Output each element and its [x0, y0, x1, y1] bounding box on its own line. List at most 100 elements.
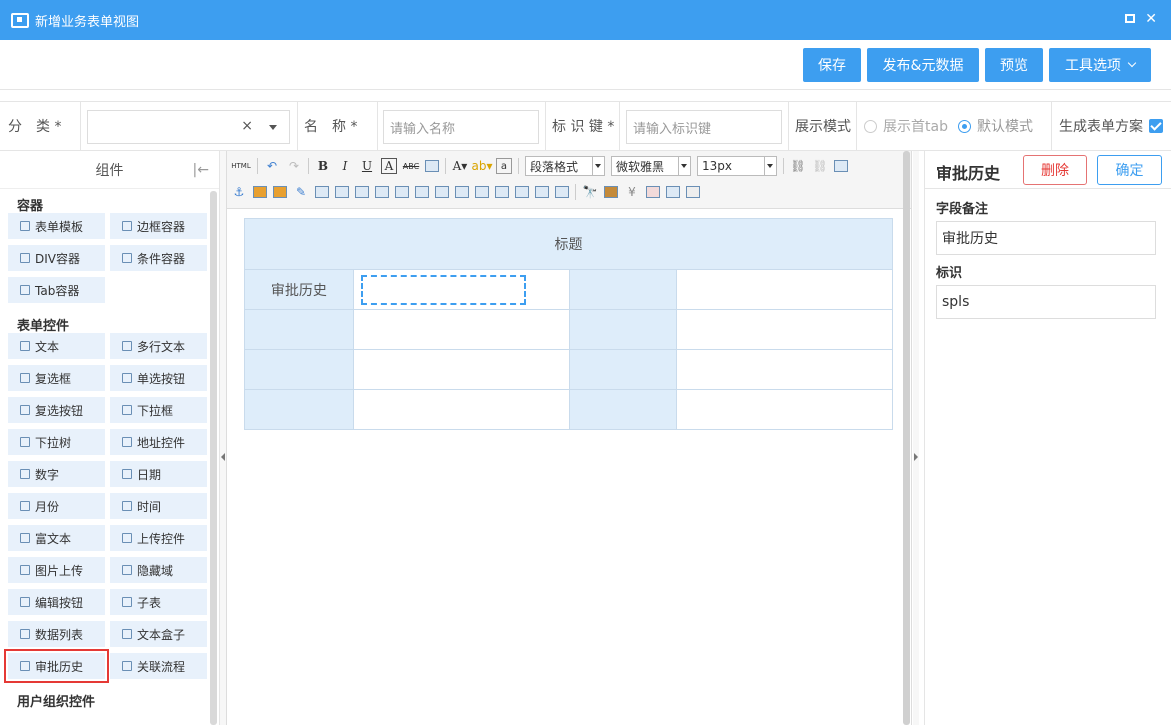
blank-page-icon[interactable] [686, 186, 700, 198]
delete-row-icon[interactable] [395, 186, 409, 198]
component-item[interactable]: 条件容器 [110, 245, 207, 271]
publish-metadata-button[interactable]: 发布&元数据 [867, 48, 979, 82]
component-item[interactable]: 数据列表 [8, 621, 105, 647]
image-icon[interactable] [253, 186, 267, 198]
component-item[interactable]: 上传控件 [110, 525, 207, 551]
component-item[interactable]: 关联流程 [110, 653, 207, 679]
insert-column-icon[interactable] [415, 186, 429, 198]
component-item[interactable]: 多行文本 [110, 333, 207, 359]
highlight-icon[interactable]: ab▾ [472, 158, 493, 174]
anchor-icon[interactable]: ⚓ [231, 184, 247, 200]
name-input[interactable]: 请输入名称 [383, 110, 539, 144]
search-replace-icon[interactable] [666, 186, 680, 198]
right-splitter[interactable] [913, 151, 919, 725]
identifier-input[interactable]: spls [936, 285, 1156, 319]
save-button[interactable]: 保存 [803, 48, 861, 82]
paragraph-format-select[interactable]: 段落格式 [525, 156, 605, 176]
preview-monitor-icon[interactable] [834, 160, 848, 172]
component-item[interactable]: 表单模板 [8, 213, 105, 239]
component-item[interactable]: 月份 [8, 493, 105, 519]
value-cell[interactable] [352, 309, 570, 350]
field-cell[interactable] [352, 269, 570, 310]
delete-button[interactable]: 删除 [1023, 155, 1087, 185]
component-item[interactable]: 隐藏域 [110, 557, 207, 583]
approval-history-field[interactable] [360, 274, 526, 305]
label-cell[interactable] [568, 269, 678, 310]
scrollbar[interactable] [210, 191, 217, 725]
component-item[interactable]: 数字 [8, 461, 105, 487]
component-item[interactable]: 日期 [110, 461, 207, 487]
redo-icon[interactable]: ↷ [286, 158, 302, 174]
currency-icon[interactable]: ¥ [624, 184, 640, 200]
component-item[interactable]: 富文本 [8, 525, 105, 551]
strikethrough-icon[interactable]: ABC [403, 158, 419, 174]
component-item[interactable]: 单选按钮 [110, 365, 207, 391]
value-cell[interactable] [352, 389, 570, 430]
key-input[interactable]: 请输入标识键 [626, 110, 782, 144]
date-icon[interactable] [646, 186, 660, 198]
value-cell[interactable] [676, 269, 893, 310]
label-cell[interactable] [568, 349, 678, 390]
table-icon[interactable] [315, 186, 329, 198]
link-icon[interactable]: ⛓ [790, 158, 806, 174]
underline-button[interactable]: U [359, 158, 375, 174]
collapse-handle-icon[interactable] [221, 453, 225, 461]
split-columns-icon[interactable] [555, 186, 569, 198]
component-item[interactable]: 文本 [8, 333, 105, 359]
merge-right-icon[interactable] [475, 186, 489, 198]
component-item[interactable]: 时间 [110, 493, 207, 519]
clear-icon[interactable]: × [241, 118, 253, 134]
tools-options-button[interactable]: 工具选项 [1049, 48, 1151, 82]
font-size-select[interactable]: 13px [697, 156, 777, 176]
paste-icon[interactable] [604, 186, 618, 198]
component-item[interactable]: 图片上传 [8, 557, 105, 583]
table-delete-icon[interactable] [335, 186, 349, 198]
label-cell[interactable] [244, 309, 354, 350]
component-item[interactable]: 审批历史 [4, 649, 109, 683]
unlink-icon[interactable]: ⛓ [812, 158, 828, 174]
italic-button[interactable]: I [337, 158, 353, 174]
mode-default-option[interactable]: 默认模式 [958, 102, 1033, 150]
text-icon[interactable]: a [496, 158, 512, 174]
bold-button[interactable]: B [315, 158, 331, 174]
component-item[interactable]: 地址控件 [110, 429, 207, 455]
undo-icon[interactable]: ↶ [264, 158, 280, 174]
generate-scheme-checkbox[interactable] [1149, 102, 1163, 150]
label-cell[interactable] [244, 349, 354, 390]
component-item[interactable]: 编辑按钮 [8, 589, 105, 615]
component-item[interactable]: Tab容器 [8, 277, 105, 303]
merge-cells-icon[interactable] [455, 186, 469, 198]
font-border-icon[interactable]: A [381, 158, 397, 174]
insert-row-icon[interactable] [375, 186, 389, 198]
find-icon[interactable]: 🔭 [582, 184, 598, 200]
table-caption-icon[interactable] [355, 186, 369, 198]
preview-button[interactable]: 预览 [985, 48, 1043, 82]
merge-down-icon[interactable] [495, 186, 509, 198]
component-item[interactable]: 复选框 [8, 365, 105, 391]
scrollbar[interactable] [903, 151, 910, 725]
component-item[interactable]: 复选按钮 [8, 397, 105, 423]
format-painter-icon[interactable] [425, 160, 439, 172]
html-source-button[interactable]: HTML [231, 158, 251, 174]
value-cell[interactable] [676, 389, 893, 430]
component-item[interactable]: 文本盒子 [110, 621, 207, 647]
component-item[interactable]: 边框容器 [110, 213, 207, 239]
close-icon[interactable]: ✕ [1145, 11, 1157, 27]
font-family-select[interactable]: 微软雅黑 [611, 156, 691, 176]
component-item[interactable]: 下拉树 [8, 429, 105, 455]
value-cell[interactable] [352, 349, 570, 390]
split-cells-icon[interactable] [515, 186, 529, 198]
confirm-button[interactable]: 确定 [1097, 155, 1162, 185]
collapse-handle-icon[interactable] [914, 453, 918, 461]
delete-column-icon[interactable] [435, 186, 449, 198]
component-item[interactable]: 下拉框 [110, 397, 207, 423]
value-cell[interactable] [676, 349, 893, 390]
component-item[interactable]: 子表 [110, 589, 207, 615]
font-color-icon[interactable]: A▾ [452, 158, 468, 174]
label-cell[interactable] [568, 309, 678, 350]
collapse-left-icon[interactable]: |← [193, 162, 209, 178]
component-item[interactable]: DIV容器 [8, 245, 105, 271]
value-cell[interactable] [676, 309, 893, 350]
form-heading[interactable]: 标题 [244, 218, 893, 270]
label-cell[interactable] [568, 389, 678, 430]
